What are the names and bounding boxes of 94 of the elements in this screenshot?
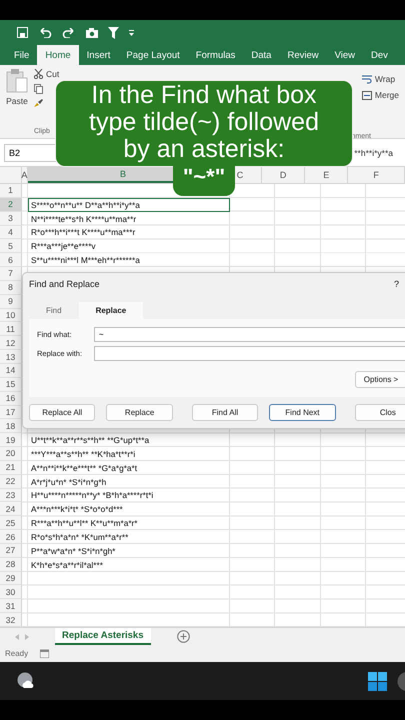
row-header[interactable]: 19: [0, 433, 22, 448]
ribbon-tab[interactable]: Home: [37, 45, 79, 65]
ribbon-tab[interactable]: Page Layout: [118, 45, 188, 65]
row-header[interactable]: 9: [0, 294, 22, 309]
row-header[interactable]: 16: [0, 392, 22, 406]
save-icon[interactable]: [17, 27, 28, 38]
wrap-text-button[interactable]: Wrap: [374, 74, 396, 84]
camera-icon[interactable]: [86, 28, 98, 38]
dialog-button[interactable]: Replace All: [29, 404, 96, 421]
cell-text: A*r*j*u*n* *S*i*n*g*h: [30, 476, 108, 489]
dropdown-icon[interactable]: [129, 30, 134, 36]
input-field[interactable]: ~: [94, 327, 405, 342]
cell-text: R***a**h**u**l** K**u**m*a*r*: [30, 517, 139, 530]
brush-icon[interactable]: [34, 99, 43, 107]
row-header[interactable]: 6: [0, 253, 22, 268]
cell-text: H**u****n*****n**y* *B*h*a****r*t*i: [30, 489, 154, 502]
row-header[interactable]: 8: [0, 280, 22, 295]
row-header[interactable]: 24: [0, 502, 22, 516]
row-header[interactable]: 5: [0, 239, 22, 254]
cell-text: N**i****te**s*h K****u**ma**r: [30, 212, 138, 226]
row-header[interactable]: 10: [0, 308, 22, 322]
ribbon-tab[interactable]: Dev: [363, 45, 396, 65]
row-header[interactable]: 20: [0, 447, 22, 461]
cell-text: S**u****ni***l M***eh**r******a: [30, 254, 141, 268]
cell-text: U**t**k**a**r**s**h** **G*up*t**a: [30, 434, 150, 448]
cut-button[interactable]: Cut: [46, 69, 60, 79]
cell-text: R*o*s*h*a*n* *K*um**a*r**: [30, 531, 130, 544]
row-header[interactable]: 14: [0, 364, 22, 378]
row-header[interactable]: 12: [0, 336, 22, 350]
row-header[interactable]: 21: [0, 460, 22, 475]
input-field[interactable]: [94, 346, 405, 361]
copy-icon[interactable]: [34, 84, 43, 94]
options-button[interactable]: Options >: [355, 371, 405, 388]
sheet-tab[interactable]: Replace Asterisks: [55, 628, 151, 645]
row-header[interactable]: 26: [0, 530, 22, 544]
merge-icon[interactable]: [362, 90, 372, 100]
dialog-button[interactable]: Find All: [192, 404, 258, 421]
row-header[interactable]: 4: [0, 226, 22, 240]
cell-text: R***a***je**e****v: [30, 240, 97, 254]
cell-text: ***Y***a**s**h** **K*ha*t**r*i: [30, 448, 136, 461]
row-header[interactable]: 2: [0, 198, 22, 212]
ribbon-tab[interactable]: Review: [279, 45, 327, 65]
undo-icon[interactable]: [38, 28, 52, 38]
dialog-title: Find and Replace: [29, 279, 100, 291]
scissors-icon[interactable]: [34, 69, 43, 79]
cell-text: K*h*e*s*a**r*il*al***: [30, 558, 104, 572]
help-button[interactable]: ?: [394, 279, 399, 293]
ribbon-tab[interactable]: File: [6, 45, 38, 65]
cell-text: P**a*w*a*n* *S*i*n*gh*: [30, 544, 116, 558]
row-header[interactable]: 23: [0, 488, 22, 502]
row-header[interactable]: 1: [0, 184, 22, 198]
weather-icon[interactable]: [17, 672, 35, 690]
row-header[interactable]: 31: [0, 599, 22, 614]
status-text: Ready: [5, 649, 28, 658]
calendar-icon[interactable]: [40, 649, 50, 658]
row-header[interactable]: 13: [0, 350, 22, 364]
row-header[interactable]: 28: [0, 558, 22, 572]
redo-icon[interactable]: [62, 28, 76, 38]
dialog-button[interactable]: Clos: [354, 404, 405, 421]
formula-text[interactable]: **h**i*y**a: [354, 148, 393, 158]
example-tooltip: "~*": [172, 164, 236, 196]
ribbon-tab[interactable]: View: [326, 45, 364, 65]
dialog-tab[interactable]: Replace: [78, 302, 144, 319]
active-cell[interactable]: S****o**n**u** D**a**h**i*y**a: [28, 198, 230, 212]
row-header[interactable]: 32: [0, 613, 22, 627]
cell-text: A***n***k*i*t* *S*o*o*d***: [30, 503, 124, 516]
column-header[interactable]: F: [348, 167, 405, 183]
windows-logo-icon[interactable]: [368, 672, 387, 690]
row-header[interactable]: 7: [0, 267, 22, 281]
row-header[interactable]: 29: [0, 572, 22, 586]
row-header[interactable]: 30: [0, 585, 22, 600]
row-header[interactable]: 18: [0, 419, 22, 434]
dialog-button[interactable]: Find Next: [269, 404, 336, 421]
cell-text: A**n**i**k**e***t** *G*a*g*a*t: [30, 462, 138, 475]
merge-button[interactable]: Merge: [374, 90, 399, 100]
wrap-text-icon[interactable]: [362, 74, 372, 84]
row-header[interactable]: 27: [0, 544, 22, 558]
filter-icon[interactable]: [108, 26, 119, 38]
row-header[interactable]: 22: [0, 474, 22, 489]
cell-text: R*o***h**i***t K****u**ma***r: [30, 226, 136, 240]
dialog-tab[interactable]: Find: [29, 302, 79, 319]
row-header[interactable]: 3: [0, 212, 22, 226]
row-header[interactable]: 17: [0, 406, 22, 420]
dialog-button[interactable]: Replace: [106, 404, 173, 421]
row-header[interactable]: 15: [0, 378, 22, 392]
row-header[interactable]: 11: [0, 322, 22, 336]
caption-tooltip: In the Find what box type tilde(~) followed by an asterisk:: [55, 80, 353, 167]
paste-label[interactable]: Paste: [6, 96, 28, 106]
ribbon-tab[interactable]: Insert: [78, 45, 118, 65]
clipboard-icon[interactable]: [6, 69, 28, 93]
ribbon-tab[interactable]: Formulas: [188, 45, 244, 65]
add-sheet-icon[interactable]: [176, 630, 190, 643]
ribbon-tab[interactable]: Data: [243, 45, 280, 65]
row-header[interactable]: 25: [0, 516, 22, 530]
